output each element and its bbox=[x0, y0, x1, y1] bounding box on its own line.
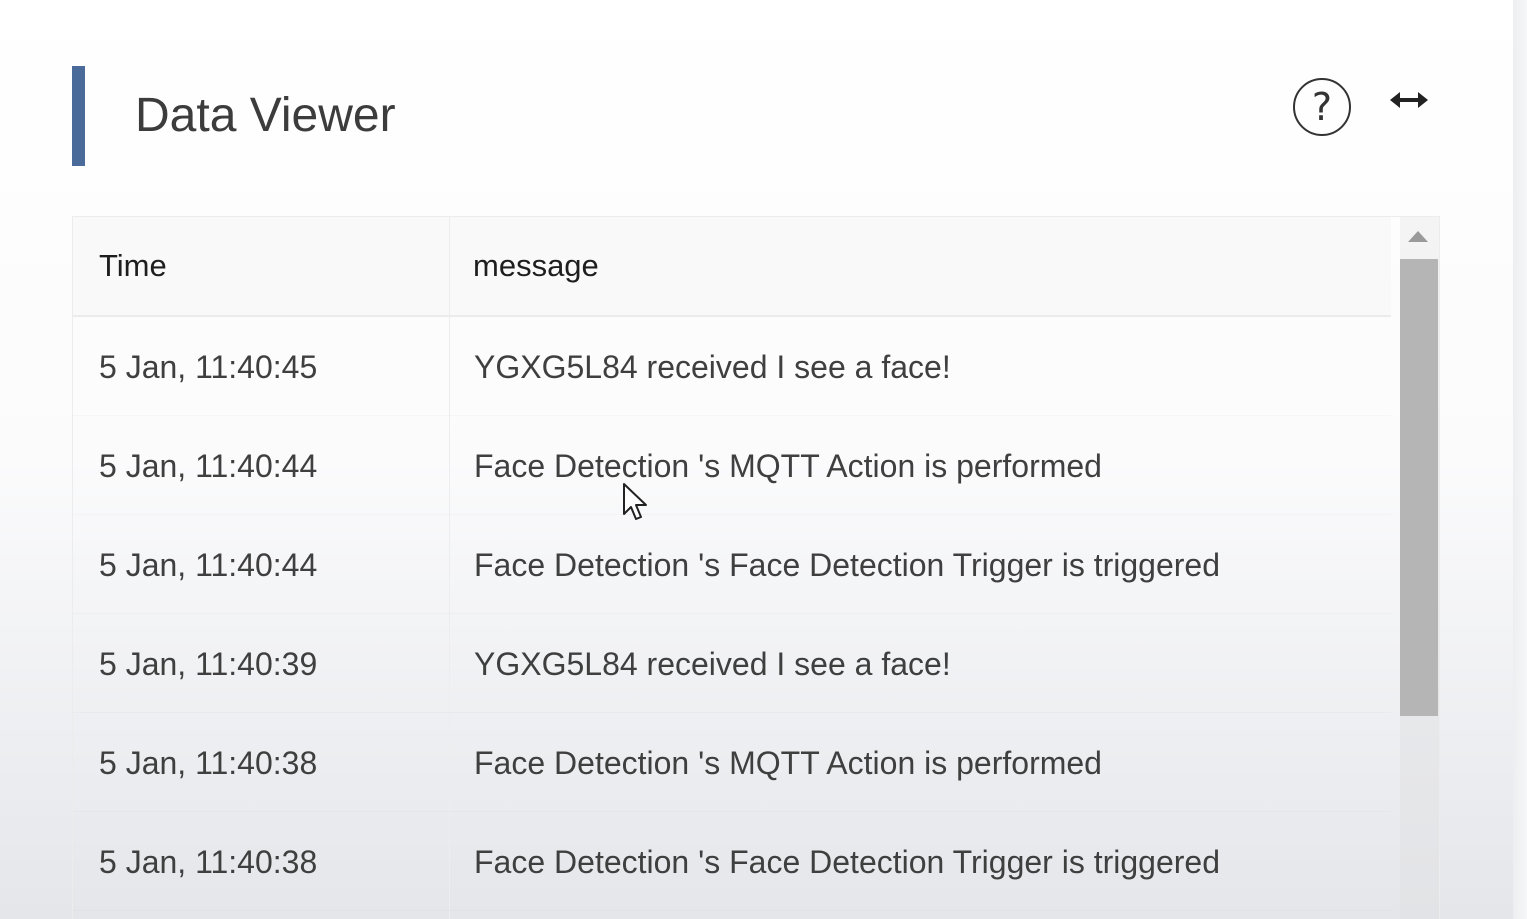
data-table: Time message 5 Jan, 11:40:45 YGXG5L84 re… bbox=[72, 216, 1440, 919]
cell-message: Face Detection 's Face Detection Trigger… bbox=[474, 844, 1220, 880]
table-row[interactable]: 5 Jan, 11:40:44 Face Detection 's Face D… bbox=[73, 515, 1391, 614]
cell-time: 5 Jan, 11:40:45 bbox=[99, 349, 318, 385]
cell-time: 5 Jan, 11:40:39 bbox=[99, 646, 318, 682]
data-viewer-panel: Data Viewer ? Time message 5 Jan, 11:40:… bbox=[0, 0, 1513, 919]
cell-message: Face Detection 's MQTT Action is perform… bbox=[474, 745, 1102, 781]
panel-title: Data Viewer bbox=[135, 89, 396, 142]
scroll-up-arrow-icon[interactable] bbox=[1408, 231, 1428, 242]
table-row[interactable]: 5 Jan, 11:40:39 YGXG5L84 received I see … bbox=[73, 614, 1391, 713]
cell-time: 5 Jan, 11:40:44 bbox=[99, 448, 318, 484]
cell-message: Face Detection 's Face Detection Trigger… bbox=[474, 547, 1220, 583]
mouse-pointer-icon bbox=[622, 482, 652, 527]
cell-time: 5 Jan, 11:40:44 bbox=[99, 547, 318, 583]
table-header: Time message bbox=[73, 217, 1391, 317]
horizontal-arrows-icon bbox=[1390, 92, 1428, 108]
table-row[interactable]: 5 Jan, 11:40:45 YGXG5L84 received I see … bbox=[73, 317, 1391, 416]
table-row[interactable]: 5 Jan, 11:40:38 Face Detection 's MQTT A… bbox=[73, 713, 1391, 812]
table-row[interactable]: 5 Jan, 11:40:44 Face Detection 's MQTT A… bbox=[73, 416, 1391, 515]
column-header-time[interactable]: Time bbox=[99, 247, 167, 285]
cell-message: YGXG5L84 received I see a face! bbox=[474, 349, 951, 385]
cell-message: Face Detection 's MQTT Action is perform… bbox=[474, 448, 1102, 484]
column-header-message[interactable]: message bbox=[473, 247, 599, 285]
scrollbar-thumb[interactable] bbox=[1400, 259, 1438, 716]
table-row[interactable]: 5 Jan, 11:40:38 Face Detection 's Face D… bbox=[73, 812, 1391, 911]
cell-time: 5 Jan, 11:40:38 bbox=[99, 745, 318, 781]
page-edge bbox=[1513, 0, 1527, 919]
expand-button[interactable] bbox=[1386, 84, 1432, 116]
title-accent-bar bbox=[72, 66, 85, 166]
question-circle-icon: ? bbox=[1311, 85, 1333, 129]
cell-time: 5 Jan, 11:40:38 bbox=[99, 844, 318, 880]
table-body: 5 Jan, 11:40:45 YGXG5L84 received I see … bbox=[73, 317, 1391, 911]
cell-message: YGXG5L84 received I see a face! bbox=[474, 646, 951, 682]
help-button[interactable]: ? bbox=[1293, 78, 1351, 136]
